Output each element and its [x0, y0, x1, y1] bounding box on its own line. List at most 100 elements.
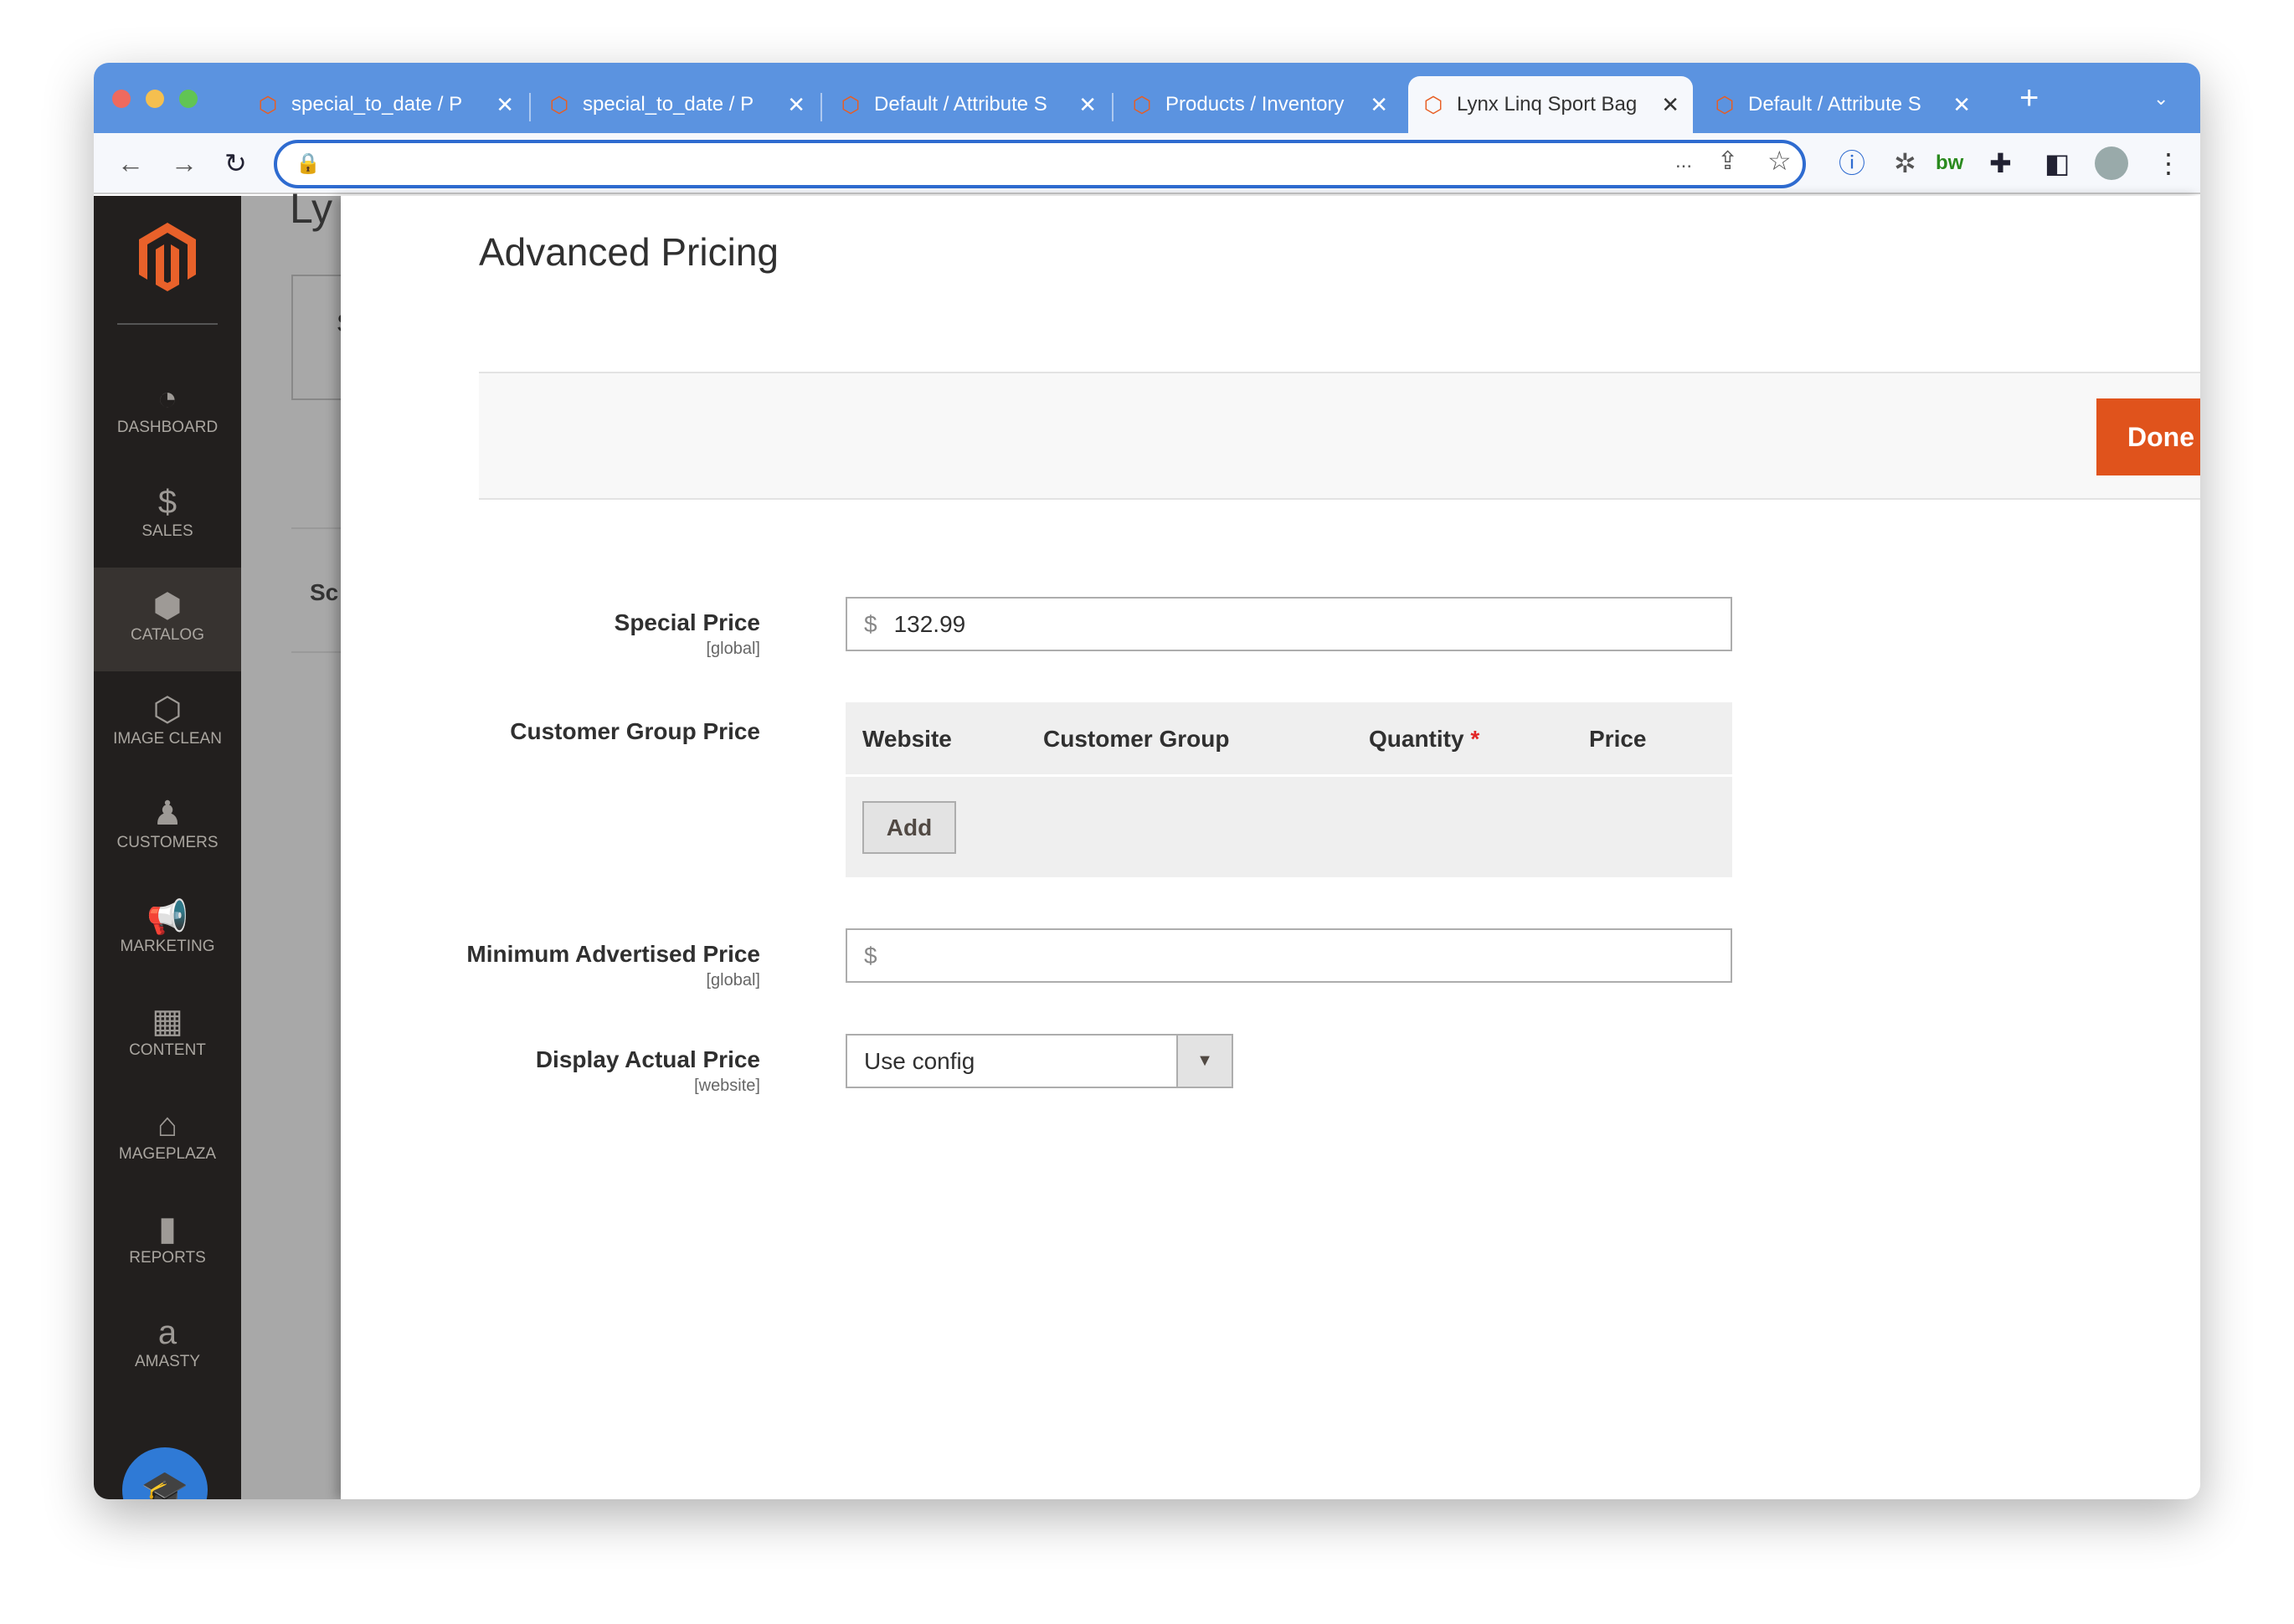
- tab-title: Lynx Linq Sport Bag: [1457, 93, 1638, 116]
- minimize-window-button[interactable]: [146, 90, 164, 108]
- special-price-input[interactable]: $132.99: [846, 597, 1732, 651]
- gauge-icon: ◔: [157, 380, 178, 417]
- grid-header: Website Customer Group Quantity * Price: [846, 702, 1732, 777]
- sidebar-item-content[interactable]: ▦ CONTENT: [94, 983, 241, 1087]
- magento-logo[interactable]: [136, 221, 199, 293]
- menu-kebab-icon[interactable]: ⋮: [2155, 146, 2182, 180]
- password-manager-icon[interactable]: ⓘ: [1839, 146, 1865, 180]
- scope-label: [website]: [694, 1077, 760, 1095]
- admin-sidebar: ◔ DASHBOARD $ SALES ⬢ CATALOG ⬡ IMAGE CLEAN ♟ CUS…: [94, 196, 241, 1499]
- person-icon: ♟: [152, 795, 183, 832]
- magento-favicon-icon: ⬡: [1423, 92, 1443, 117]
- extensions-puzzle-icon[interactable]: ✚: [1989, 146, 2012, 180]
- browser-tab[interactable]: ⬡ Products / Inventory ✕: [1117, 76, 1402, 133]
- sidepanel-icon[interactable]: ◧: [2045, 146, 2070, 180]
- magento-favicon-icon: ⬡: [1715, 92, 1735, 117]
- map-input[interactable]: $: [846, 928, 1732, 983]
- reload-icon[interactable]: ↻: [224, 146, 247, 180]
- sidebar-item-amasty[interactable]: a AMASTY: [94, 1294, 241, 1398]
- layout-icon: ▦: [152, 1003, 183, 1040]
- sidebar-divider: [117, 323, 218, 325]
- tab-title: Default / Attribute S: [874, 93, 1047, 116]
- browser-tab[interactable]: ⬡ Lynx Linq Sport Bag ✕: [1408, 76, 1693, 133]
- sidebar-item-mageplaza[interactable]: ⌂ MAGEPLAZA: [94, 1087, 241, 1190]
- magento-favicon-icon: ⬡: [549, 92, 569, 117]
- lock-icon: 🔒: [296, 152, 321, 175]
- advanced-pricing-modal: Advanced Pricing Done Special Price [glob…: [341, 196, 2200, 1499]
- scope-label: [global]: [706, 640, 761, 658]
- chevron-down-icon[interactable]: ▼: [1176, 1036, 1232, 1087]
- new-tab-button[interactable]: +: [2019, 80, 2039, 117]
- display-actual-price-label: Display Actual Price [website]: [536, 1046, 760, 1096]
- page-backdrop: Ly S Sc: [241, 185, 358, 1499]
- sidebar-item-label: SALES: [141, 522, 193, 540]
- browser-toolbar: ← → ↻ 🔒 ... ⇪ ☆ ⓘ ✲ bw ✚ ◧ ⋮: [94, 133, 2200, 194]
- modal-title: Advanced Pricing: [479, 230, 779, 274]
- column-price: Price: [1589, 726, 1647, 752]
- browser-window: ⬡ special_to_date / P ✕ ⬡ special_to_date / …: [94, 63, 2200, 1499]
- close-tab-icon[interactable]: ✕: [1078, 92, 1097, 118]
- tab-title: Default / Attribute S: [1748, 93, 1921, 116]
- display-actual-price-select[interactable]: Use config ▼: [846, 1034, 1233, 1088]
- close-window-button[interactable]: [112, 90, 131, 108]
- amasty-icon: a: [157, 1314, 177, 1351]
- url-ellipsis: ...: [1675, 150, 1693, 172]
- forward-icon[interactable]: →: [171, 146, 198, 180]
- bw-extension-icon[interactable]: bw: [1936, 146, 1963, 180]
- add-button[interactable]: Add: [862, 801, 956, 854]
- magento-favicon-icon: ⬡: [1132, 92, 1152, 117]
- sidebar-item-customers[interactable]: ♟ CUSTOMERS: [94, 775, 241, 879]
- selected-value: Use config: [864, 1048, 975, 1074]
- scope-label: [global]: [706, 971, 761, 989]
- sidebar-item-label: CATALOG: [131, 626, 204, 644]
- tab-bar: ⬡ special_to_date / P ✕ ⬡ special_to_date / …: [94, 63, 2200, 133]
- tab-separator: [820, 93, 822, 121]
- close-tab-icon[interactable]: ✕: [1661, 92, 1679, 118]
- sidebar-item-catalog[interactable]: ⬢ CATALOG: [94, 568, 241, 671]
- bar-chart-icon: ▮: [157, 1210, 177, 1247]
- customer-group-price-grid: Website Customer Group Quantity * Price …: [846, 702, 1732, 877]
- browser-tab[interactable]: ⬡ Default / Attribute S ✕: [826, 76, 1110, 133]
- close-tab-icon[interactable]: ✕: [496, 92, 514, 118]
- sidebar-item-label: IMAGE CLEAN: [113, 730, 222, 748]
- sidebar-item-reports[interactable]: ▮ REPORTS: [94, 1190, 241, 1294]
- sidebar-item-label: CONTENT: [129, 1041, 206, 1059]
- sidebar-item-dashboard[interactable]: ◔ DASHBOARD: [94, 360, 241, 464]
- page-title-fragment: Ly: [290, 185, 332, 232]
- sidebar-item-label: DASHBOARD: [116, 419, 219, 436]
- tab-separator: [1112, 93, 1114, 121]
- column-customer-group: Customer Group: [1043, 726, 1230, 752]
- maximize-window-button[interactable]: [179, 90, 198, 108]
- browser-tab[interactable]: ⬡ special_to_date / P ✕: [534, 76, 819, 133]
- close-tab-icon[interactable]: ✕: [787, 92, 805, 118]
- background-text: Sc: [310, 579, 339, 605]
- sidebar-item-label: REPORTS: [129, 1249, 206, 1267]
- close-tab-icon[interactable]: ✕: [1370, 92, 1388, 118]
- sidebar-item-marketing[interactable]: 📢 MARKETING: [94, 879, 241, 983]
- currency-symbol: $: [864, 610, 877, 637]
- done-button[interactable]: Done: [2096, 398, 2200, 475]
- profile-avatar[interactable]: [2095, 146, 2128, 180]
- bug-extension-icon[interactable]: ✲: [1894, 146, 1916, 180]
- sidebar-item-sales[interactable]: $ SALES: [94, 464, 241, 568]
- tab-title: special_to_date / P: [291, 93, 463, 116]
- tab-list-chevron-icon[interactable]: ⌄: [2153, 88, 2168, 110]
- sidebar-item-label: MARKETING: [120, 938, 215, 955]
- column-quantity-text: Quantity: [1369, 726, 1464, 752]
- address-bar[interactable]: 🔒 ... ⇪ ☆: [274, 140, 1806, 188]
- currency-symbol: $: [864, 942, 877, 969]
- hexagon-icon: ⬡: [152, 691, 183, 728]
- browser-tab[interactable]: ⬡ special_to_date / P ✕: [243, 76, 527, 133]
- sidebar-item-label: CUSTOMERS: [116, 834, 219, 851]
- close-tab-icon[interactable]: ✕: [1952, 92, 1971, 118]
- learning-graduation-cap-icon[interactable]: 🎓: [122, 1447, 208, 1499]
- browser-tab[interactable]: ⬡ Default / Attribute S ✕: [1700, 76, 1984, 133]
- sidebar-item-label: MAGEPLAZA: [118, 1145, 217, 1163]
- map-label: Minimum Advertised Price [global]: [466, 941, 760, 990]
- bookmark-star-icon[interactable]: ☆: [1767, 145, 1792, 177]
- sidebar-item-image-clean[interactable]: ⬡ IMAGE CLEAN: [94, 671, 241, 775]
- share-icon[interactable]: ⇪: [1717, 146, 1738, 176]
- tab-separator: [529, 93, 531, 121]
- label-text: Display Actual Price: [535, 1046, 760, 1072]
- back-icon[interactable]: ←: [117, 146, 144, 180]
